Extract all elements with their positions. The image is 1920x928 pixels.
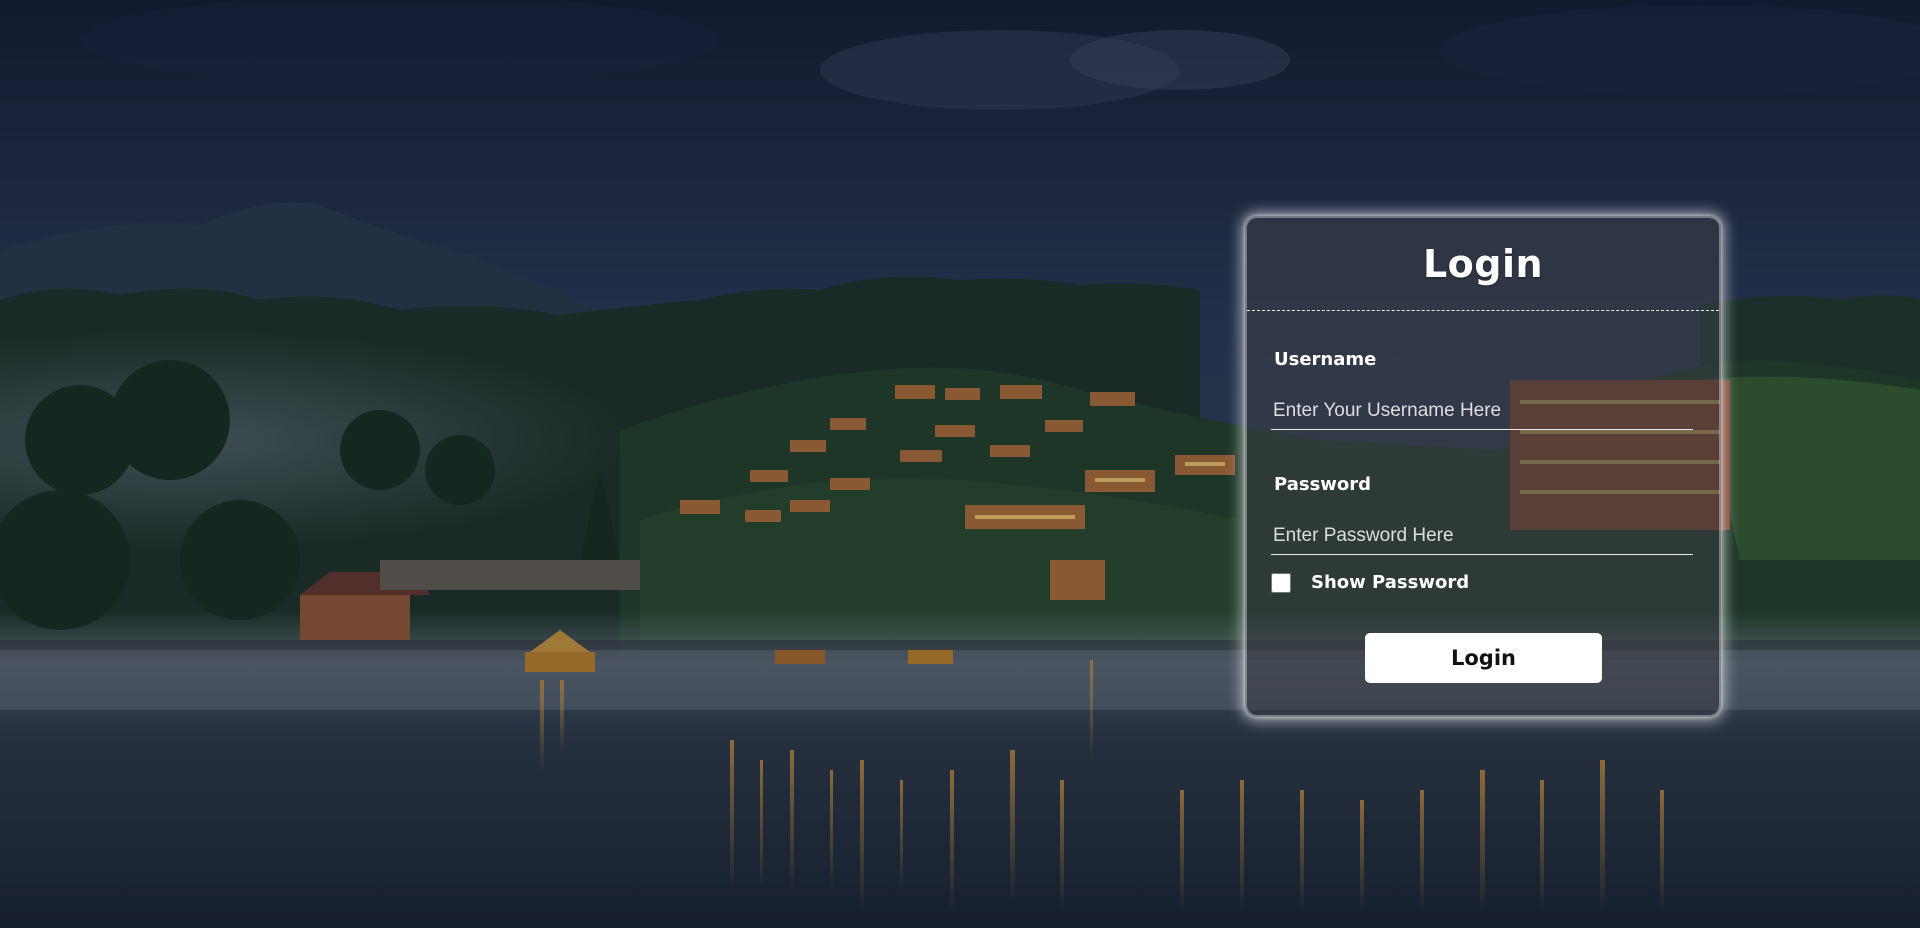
login-card: Login Username Password Show Password Lo…: [1245, 216, 1721, 717]
username-input[interactable]: [1271, 392, 1693, 430]
show-password-row: Show Password: [1271, 572, 1469, 593]
show-password-label: Show Password: [1311, 572, 1470, 593]
show-password-checkbox[interactable]: [1271, 572, 1291, 593]
login-button[interactable]: Login: [1365, 633, 1602, 683]
login-title: Login: [1422, 242, 1544, 286]
password-input[interactable]: [1271, 517, 1693, 555]
title-divider: [1247, 310, 1719, 311]
password-label: Password: [1274, 474, 1372, 495]
username-label: Username: [1274, 349, 1377, 370]
